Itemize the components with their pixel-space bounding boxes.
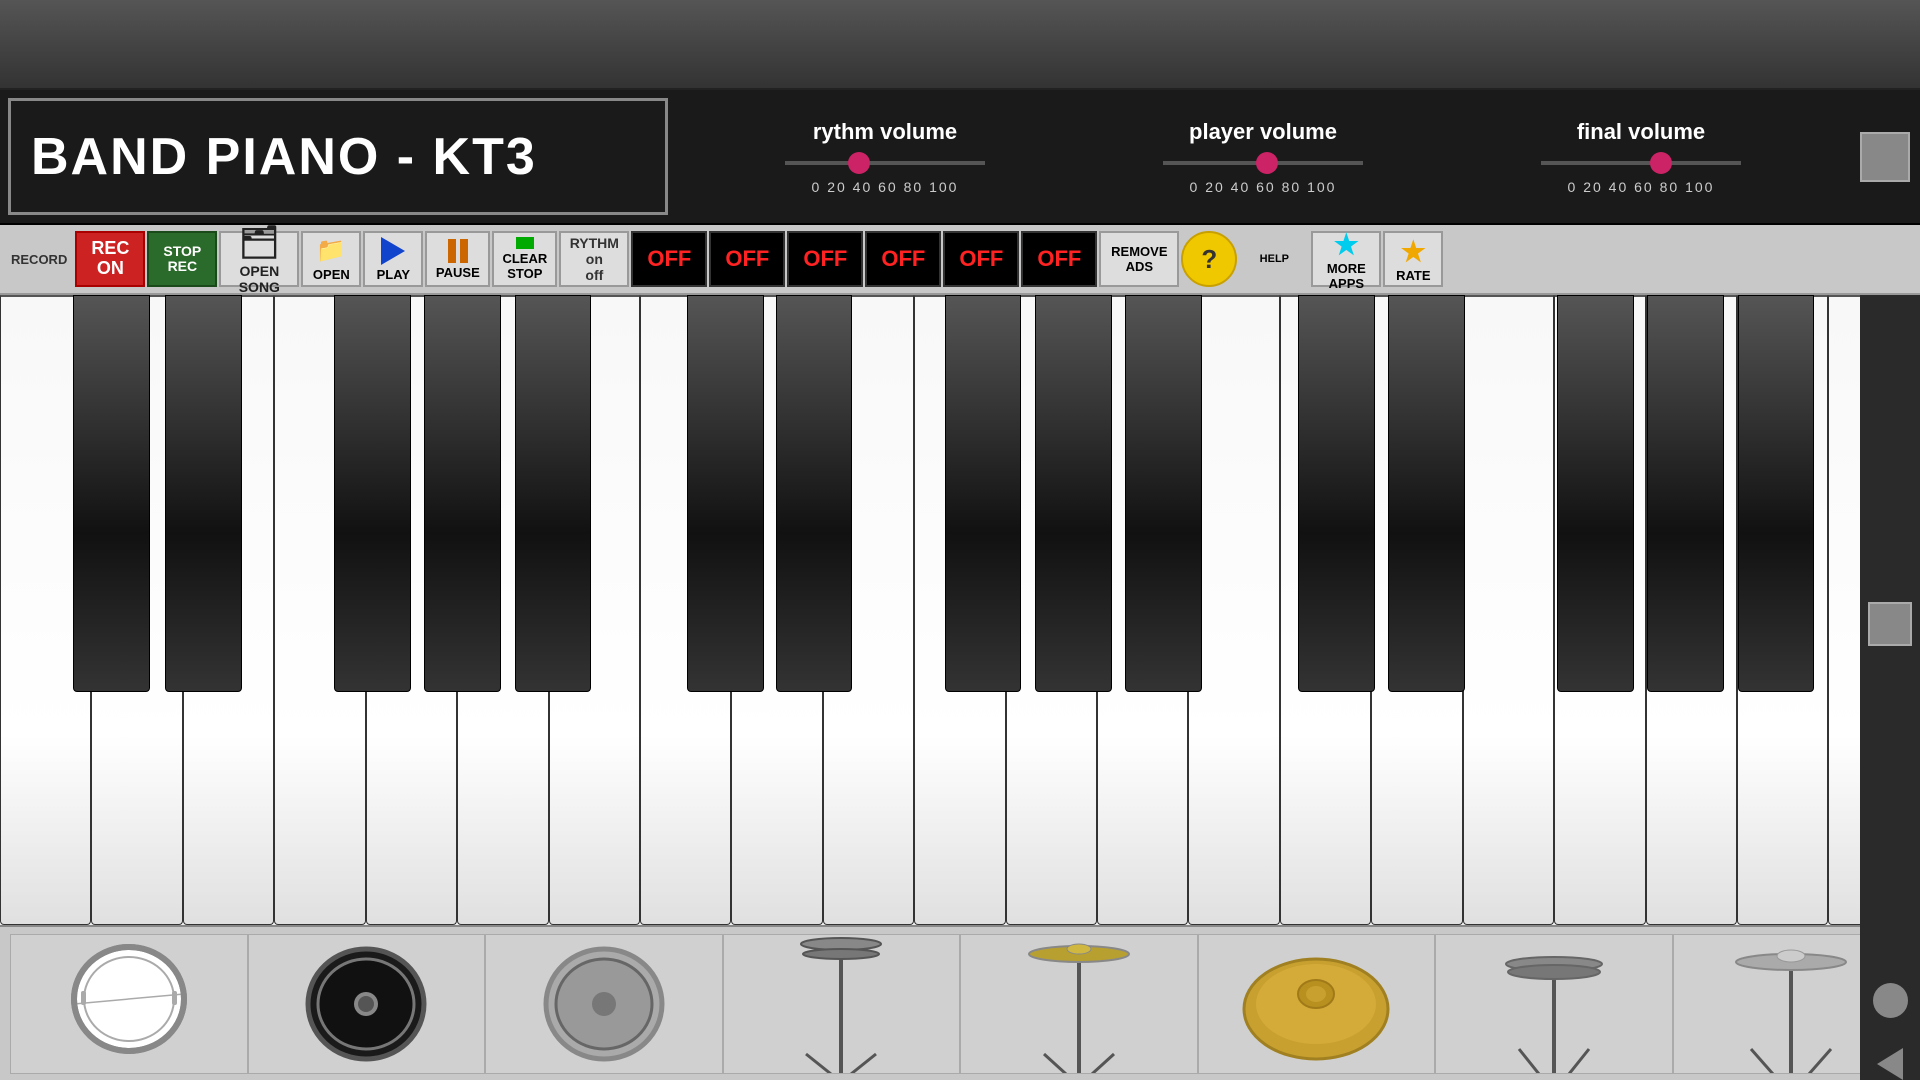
ride-cymbal-icon xyxy=(1731,934,1851,1074)
rythm-volume-label: rythm volume xyxy=(813,119,957,145)
black-key-1[interactable] xyxy=(73,295,150,692)
hihat-icon xyxy=(1499,934,1609,1074)
black-key-8[interactable] xyxy=(945,295,1022,692)
cymbal-stand-icon xyxy=(1024,934,1134,1074)
open-folder-icon: 📁 xyxy=(316,236,346,265)
player-slider-scale: 0 20 40 60 80 100 xyxy=(1190,179,1337,195)
sidebar-circle-button[interactable] xyxy=(1873,983,1908,1018)
bass-drum-dark-icon xyxy=(301,939,431,1069)
black-key-9[interactable] xyxy=(1035,295,1112,692)
final-slider[interactable] xyxy=(1541,153,1741,173)
final-slider-knob[interactable] xyxy=(1650,152,1672,174)
more-apps-button[interactable]: ★ MORE APPS xyxy=(1311,231,1381,287)
white-key-14[interactable] xyxy=(1188,295,1279,925)
record-label: RECORD xyxy=(5,252,73,267)
off-button-6[interactable]: OFF xyxy=(1021,231,1097,287)
folder-icon: 🗂 xyxy=(239,223,280,261)
player-slider[interactable] xyxy=(1163,153,1363,173)
black-key-3[interactable] xyxy=(334,295,411,692)
remove-ads-button[interactable]: REMOVE ADS xyxy=(1099,231,1179,287)
main-area: BAND PIANO - KT3 rythm volume 0 20 40 60… xyxy=(0,90,1920,1080)
rythm-slider-scale: 0 20 40 60 80 100 xyxy=(812,179,959,195)
rythm-slider[interactable] xyxy=(785,153,985,173)
cymbal-large-icon xyxy=(1241,939,1391,1069)
black-key-12[interactable] xyxy=(1388,295,1465,692)
open-button[interactable]: 📁 OPEN xyxy=(301,231,361,287)
rec-on-button[interactable]: REC ON xyxy=(75,231,145,287)
piano-keys xyxy=(0,295,1920,925)
final-volume-label: final volume xyxy=(1577,119,1705,145)
rythm-slider-track xyxy=(785,161,985,165)
final-volume-control: final volume 0 20 40 60 80 100 xyxy=(1526,119,1756,195)
drum-bass-dark[interactable] xyxy=(248,934,486,1074)
open-song-button[interactable]: 🗂 OPEN SONG xyxy=(219,231,299,287)
rate-star-icon: ★ xyxy=(1401,235,1426,268)
player-slider-knob[interactable] xyxy=(1256,152,1278,174)
final-slider-scale: 0 20 40 60 80 100 xyxy=(1568,179,1715,195)
sidebar-square-button[interactable] xyxy=(1868,602,1912,646)
black-key-7[interactable] xyxy=(776,295,853,692)
drum-snare[interactable] xyxy=(10,934,248,1074)
off-button-3[interactable]: OFF xyxy=(787,231,863,287)
drum-cymbal-stand[interactable] xyxy=(960,934,1198,1074)
off-button-1[interactable]: OFF xyxy=(631,231,707,287)
pause-button[interactable]: PAUSE xyxy=(425,231,490,287)
off-button-5[interactable]: OFF xyxy=(943,231,1019,287)
player-volume-control: player volume 0 20 40 60 80 100 xyxy=(1148,119,1378,195)
corner-button[interactable] xyxy=(1860,132,1910,182)
black-key-6[interactable] xyxy=(687,295,764,692)
stop-rec-button[interactable]: STOP REC xyxy=(147,231,217,287)
black-key-15[interactable] xyxy=(1738,295,1815,692)
final-slider-track xyxy=(1541,161,1741,165)
stop-icon xyxy=(516,237,534,249)
clear-stop-button[interactable]: CLEAR STOP xyxy=(492,231,557,287)
bass-drum-icon xyxy=(539,939,669,1069)
pause-icon xyxy=(448,239,468,263)
help-button[interactable]: ? xyxy=(1181,231,1237,287)
rythm-button[interactable]: RYTHM on off xyxy=(559,231,629,287)
player-volume-label: player volume xyxy=(1189,119,1337,145)
black-key-11[interactable] xyxy=(1298,295,1375,692)
drum-section xyxy=(0,925,1920,1080)
rate-button[interactable]: ★ RATE xyxy=(1383,231,1443,287)
hihat-stand-icon xyxy=(786,934,896,1074)
help-label-area: HELP xyxy=(1239,253,1309,265)
snare-drum-icon xyxy=(69,939,189,1069)
title-box: BAND PIANO - KT3 xyxy=(8,98,668,215)
drum-hihat[interactable] xyxy=(1435,934,1673,1074)
top-bar xyxy=(0,0,1920,90)
off-button-2[interactable]: OFF xyxy=(709,231,785,287)
sidebar-back-button[interactable] xyxy=(1877,1048,1903,1080)
volume-section: rythm volume 0 20 40 60 80 100 player vo… xyxy=(676,90,1850,223)
toolbar-row: RECORD REC ON STOP REC 🗂 OPEN SONG 📁 OPE… xyxy=(0,225,1920,295)
drum-bass[interactable] xyxy=(485,934,723,1074)
black-key-4[interactable] xyxy=(424,295,501,692)
rythm-volume-control: rythm volume 0 20 40 60 80 100 xyxy=(770,119,1000,195)
off-button-4[interactable]: OFF xyxy=(865,231,941,287)
app-title: BAND PIANO - KT3 xyxy=(31,127,537,187)
white-keys xyxy=(0,295,1920,925)
more-apps-icon: ★ xyxy=(1334,228,1359,261)
play-icon xyxy=(381,237,405,265)
white-key-17[interactable] xyxy=(1463,295,1554,925)
black-key-14[interactable] xyxy=(1647,295,1724,692)
black-key-13[interactable] xyxy=(1557,295,1634,692)
play-button[interactable]: PLAY xyxy=(363,231,423,287)
black-key-10[interactable] xyxy=(1125,295,1202,692)
drum-cymbal-large[interactable] xyxy=(1198,934,1436,1074)
black-key-5[interactable] xyxy=(515,295,592,692)
black-key-2[interactable] xyxy=(165,295,242,692)
rythm-slider-knob[interactable] xyxy=(848,152,870,174)
drum-hihat-stand[interactable] xyxy=(723,934,961,1074)
header-row: BAND PIANO - KT3 rythm volume 0 20 40 60… xyxy=(0,90,1920,225)
piano-area xyxy=(0,295,1920,1080)
right-sidebar xyxy=(1860,295,1920,1080)
